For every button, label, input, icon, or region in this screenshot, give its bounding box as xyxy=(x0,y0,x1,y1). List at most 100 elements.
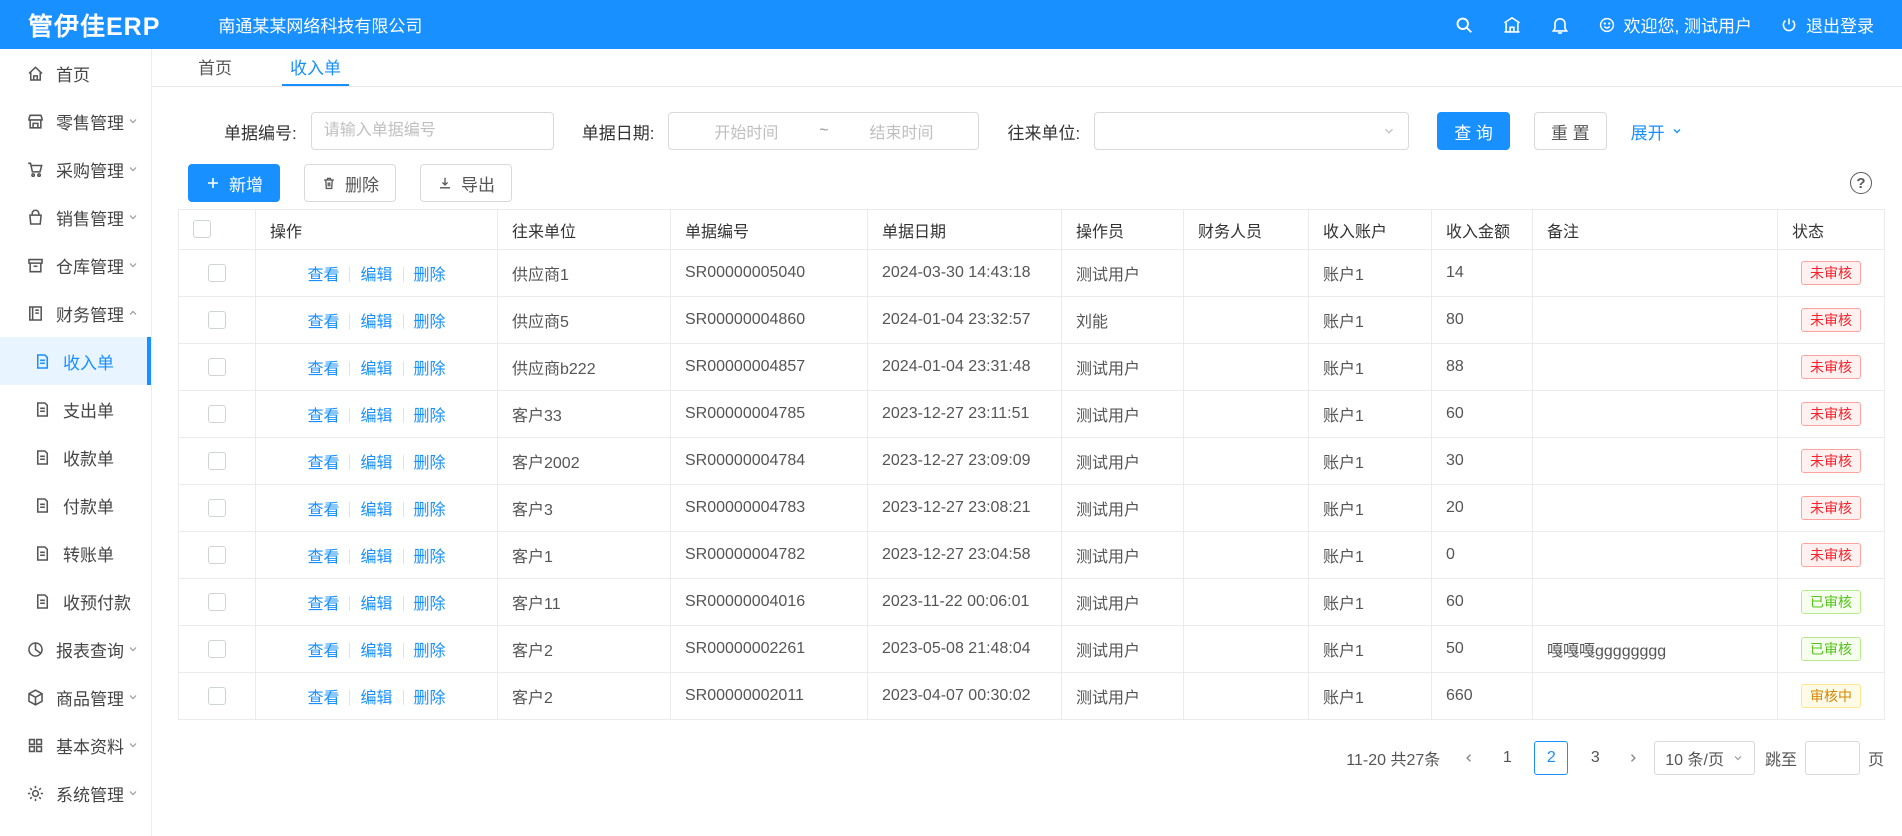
sidebar-item-retail[interactable]: 零售管理 xyxy=(0,97,151,145)
search-icon[interactable] xyxy=(1454,15,1474,35)
current-user[interactable]: 欢迎您, 测试用户 xyxy=(1598,12,1752,37)
sidebar-subitem-payment[interactable]: 付款单 xyxy=(0,481,151,529)
jump-page-input[interactable] xyxy=(1805,741,1860,775)
sidebar-item-warehouse[interactable]: 仓库管理 xyxy=(0,241,151,289)
sidebar-item-basic[interactable]: 基本资料 xyxy=(0,721,151,769)
sidebar-subitem-label: 收款单 xyxy=(63,445,143,470)
search-button[interactable]: 查 询 xyxy=(1437,112,1510,150)
action-toolbar: 新增 删除 导出 xyxy=(188,164,1872,202)
view-link[interactable]: 查看 xyxy=(307,690,339,707)
row-checkbox[interactable] xyxy=(208,358,226,376)
sidebar-item-label: 商品管理 xyxy=(56,685,127,710)
add-button[interactable]: 新增 xyxy=(188,164,280,202)
edit-link[interactable]: 编辑 xyxy=(360,314,392,331)
cell-account: 账户1 xyxy=(1309,391,1432,438)
sidebar-item-reports[interactable]: 报表查询 xyxy=(0,625,151,673)
sidebar-item-finance[interactable]: 财务管理 xyxy=(0,289,151,337)
delete-link[interactable]: 删除 xyxy=(414,643,446,660)
delete-link[interactable]: 删除 xyxy=(414,596,446,613)
website-icon[interactable] xyxy=(1502,15,1522,35)
bell-icon[interactable] xyxy=(1550,15,1570,35)
cell-finance xyxy=(1184,579,1309,626)
view-link[interactable]: 查看 xyxy=(307,455,339,472)
sidebar-item-home[interactable]: 首页 xyxy=(0,49,151,97)
delete-link[interactable]: 删除 xyxy=(414,314,446,331)
delete-link[interactable]: 删除 xyxy=(414,408,446,425)
table-row: 查看编辑删除 客户3 SR00000004783 2023-12-27 23:0… xyxy=(179,485,1885,532)
edit-link[interactable]: 编辑 xyxy=(360,361,392,378)
delete-button[interactable]: 删除 xyxy=(304,164,396,202)
view-link[interactable]: 查看 xyxy=(307,314,339,331)
view-link[interactable]: 查看 xyxy=(307,408,339,425)
doc-icon xyxy=(33,496,52,515)
sidebar-subitem-advance[interactable]: 收预付款 xyxy=(0,577,151,625)
cell-bill-no: SR00000002261 xyxy=(671,626,868,673)
edit-link[interactable]: 编辑 xyxy=(360,408,392,425)
tab-home[interactable]: 首页 xyxy=(190,49,240,86)
next-page-button[interactable] xyxy=(1622,741,1644,775)
sidebar-subitem-income[interactable]: 收入单 xyxy=(0,337,151,385)
chevron-down-icon xyxy=(127,787,139,799)
row-checkbox[interactable] xyxy=(208,405,226,423)
help-icon[interactable] xyxy=(1850,172,1872,194)
select-all-checkbox[interactable] xyxy=(193,220,211,238)
edit-link[interactable]: 编辑 xyxy=(360,596,392,613)
edit-link[interactable]: 编辑 xyxy=(360,690,392,707)
prev-page-button[interactable] xyxy=(1458,741,1480,775)
view-link[interactable]: 查看 xyxy=(307,549,339,566)
sidebar-item-system[interactable]: 系统管理 xyxy=(0,769,151,817)
row-checkbox[interactable] xyxy=(208,499,226,517)
delete-link[interactable]: 删除 xyxy=(414,549,446,566)
status-badge: 审核中 xyxy=(1801,684,1861,708)
edit-link[interactable]: 编辑 xyxy=(360,549,392,566)
delete-link[interactable]: 删除 xyxy=(414,455,446,472)
row-checkbox[interactable] xyxy=(208,546,226,564)
delete-link[interactable]: 删除 xyxy=(414,267,446,284)
row-checkbox[interactable] xyxy=(208,640,226,658)
view-link[interactable]: 查看 xyxy=(307,267,339,284)
page-button-2[interactable]: 2 xyxy=(1534,741,1568,775)
edit-link[interactable]: 编辑 xyxy=(360,643,392,660)
cell-bill-no: SR00000004016 xyxy=(671,579,868,626)
company-name: 南通某某网络科技有限公司 xyxy=(218,12,422,37)
page-button-3[interactable]: 3 xyxy=(1578,741,1612,775)
view-link[interactable]: 查看 xyxy=(307,596,339,613)
edit-link[interactable]: 编辑 xyxy=(360,455,392,472)
download-icon xyxy=(437,175,453,191)
bill-no-input[interactable] xyxy=(311,112,554,150)
view-link[interactable]: 查看 xyxy=(307,361,339,378)
row-checkbox[interactable] xyxy=(208,264,226,282)
status-badge: 未审核 xyxy=(1801,261,1861,285)
row-checkbox[interactable] xyxy=(208,687,226,705)
sidebar-subitem-receipt[interactable]: 收款单 xyxy=(0,433,151,481)
cell-account: 账户1 xyxy=(1309,250,1432,297)
delete-link[interactable]: 删除 xyxy=(414,690,446,707)
sidebar-item-goods[interactable]: 商品管理 xyxy=(0,673,151,721)
jump-suffix-label: 页 xyxy=(1868,746,1884,770)
reset-button[interactable]: 重 置 xyxy=(1534,112,1607,150)
row-checkbox[interactable] xyxy=(208,593,226,611)
export-button[interactable]: 导出 xyxy=(420,164,512,202)
logout-button[interactable]: 退出登录 xyxy=(1780,12,1874,37)
sidebar-item-purchase[interactable]: 采购管理 xyxy=(0,145,151,193)
row-checkbox[interactable] xyxy=(208,452,226,470)
tab-income[interactable]: 收入单 xyxy=(282,49,349,86)
divider xyxy=(349,596,350,611)
sidebar-subitem-transfer[interactable]: 转账单 xyxy=(0,529,151,577)
chevron-right-icon xyxy=(1627,752,1639,764)
view-link[interactable]: 查看 xyxy=(307,643,339,660)
chevron-down-icon xyxy=(127,211,139,223)
page-size-select[interactable]: 10 条/页 xyxy=(1654,741,1755,775)
sidebar-subitem-expense[interactable]: 支出单 xyxy=(0,385,151,433)
row-checkbox[interactable] xyxy=(208,311,226,329)
sidebar-item-sales[interactable]: 销售管理 xyxy=(0,193,151,241)
page-button-1[interactable]: 1 xyxy=(1490,741,1524,775)
edit-link[interactable]: 编辑 xyxy=(360,502,392,519)
view-link[interactable]: 查看 xyxy=(307,502,339,519)
delete-link[interactable]: 删除 xyxy=(414,502,446,519)
delete-link[interactable]: 删除 xyxy=(414,361,446,378)
expand-filters-link[interactable]: 展开 xyxy=(1631,119,1683,144)
date-range-picker[interactable]: 开始时间 ~ 结束时间 xyxy=(668,112,979,150)
customer-select[interactable] xyxy=(1094,112,1409,150)
edit-link[interactable]: 编辑 xyxy=(360,267,392,284)
